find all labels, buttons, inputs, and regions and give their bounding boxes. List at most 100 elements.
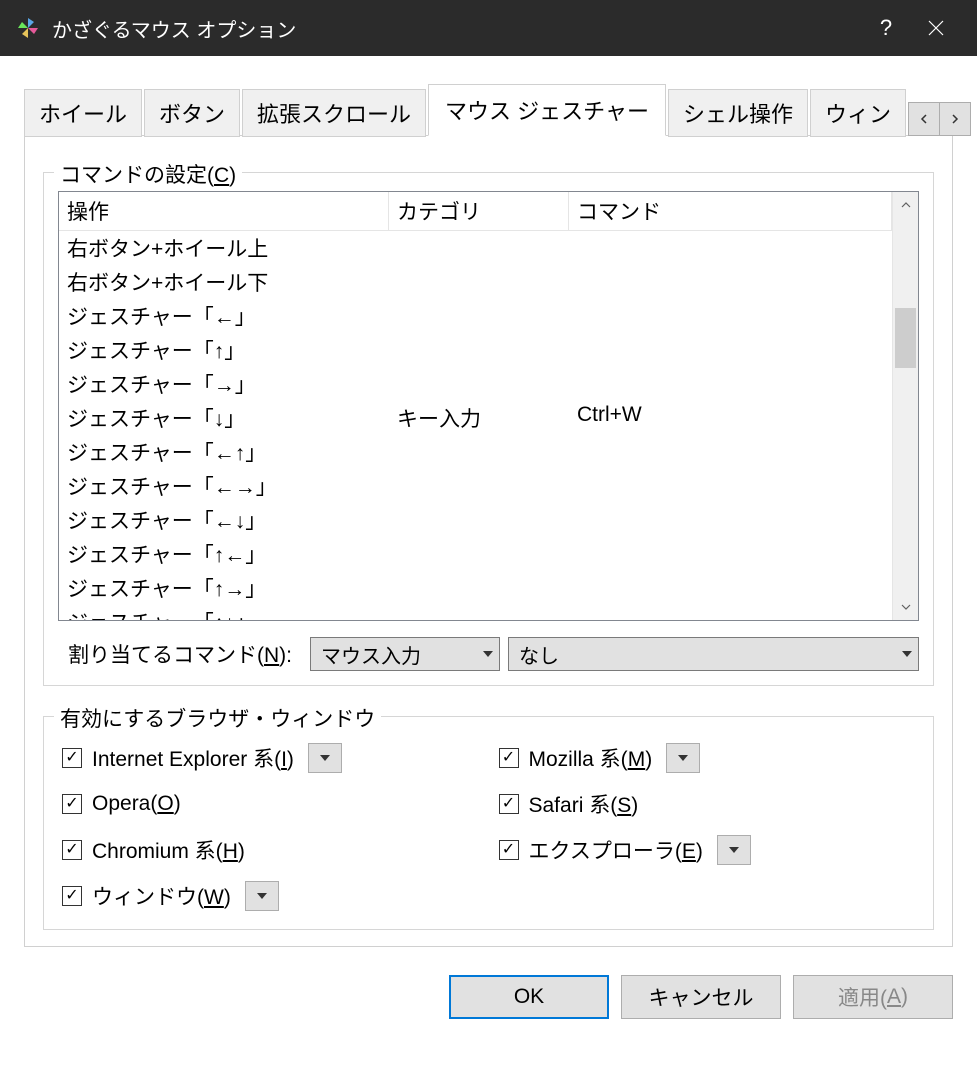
assign-row: 割り当てるコマンド(N): マウス入力 なし xyxy=(58,637,919,671)
cell-cmd xyxy=(569,231,892,265)
cell-cat xyxy=(389,469,569,503)
cell-cmd xyxy=(569,537,892,571)
scroll-track[interactable] xyxy=(893,218,918,594)
checkbox-label[interactable]: Safari 系(S) xyxy=(529,789,639,819)
scroll-down[interactable] xyxy=(893,594,918,620)
cancel-button[interactable]: キャンセル xyxy=(621,975,781,1019)
table-row[interactable]: ジェスチャー「←↑」 xyxy=(59,435,892,469)
chevron-down-icon xyxy=(678,755,688,761)
ok-button[interactable]: OK xyxy=(449,975,609,1019)
cell-op: ジェスチャー「←→」 xyxy=(59,469,389,503)
app-icon xyxy=(16,16,40,40)
browser-check-row: ✓ エクスプローラ(E) xyxy=(499,835,916,865)
check-icon: ✓ xyxy=(65,750,78,766)
dropdown-button[interactable] xyxy=(245,881,279,911)
th-operation[interactable]: 操作 xyxy=(59,192,389,230)
browser-check-row: ✓ ウィンドウ(W) xyxy=(62,881,479,911)
cell-cmd xyxy=(569,367,892,401)
table-row[interactable]: ジェスチャー「↑→」 xyxy=(59,571,892,605)
table-row[interactable]: ジェスチャー「↓」キー入力Ctrl+W xyxy=(59,401,892,435)
checkbox-label[interactable]: エクスプローラ(E) xyxy=(529,835,703,865)
checkbox[interactable]: ✓ xyxy=(499,794,519,814)
cell-cmd xyxy=(569,605,892,620)
cell-op: ジェスチャー「↑」 xyxy=(59,333,389,367)
checkbox-label[interactable]: Mozilla 系(M) xyxy=(529,743,653,773)
cell-op: ジェスチャー「←」 xyxy=(59,299,389,333)
table-row[interactable]: ジェスチャー「←→」 xyxy=(59,469,892,503)
checkbox[interactable]: ✓ xyxy=(62,886,82,906)
assign-category-value: マウス入力 xyxy=(321,640,421,669)
scroll-thumb[interactable] xyxy=(895,308,916,368)
th-category[interactable]: カテゴリ xyxy=(389,192,569,230)
table-row[interactable]: 右ボタン+ホイール上 xyxy=(59,231,892,265)
cell-op: ジェスチャー「↑→」 xyxy=(59,571,389,605)
cell-cat xyxy=(389,435,569,469)
cell-cat xyxy=(389,333,569,367)
commands-table[interactable]: 操作 カテゴリ コマンド 右ボタン+ホイール上右ボタン+ホイール下ジェスチャー「… xyxy=(58,191,919,621)
table-row[interactable]: ジェスチャー「↑↓」 xyxy=(59,605,892,620)
help-button[interactable]: ? xyxy=(861,0,911,56)
scroll-up[interactable] xyxy=(893,192,918,218)
browser-check-row: ✓ Chromium 系(H) xyxy=(62,835,479,865)
table-row[interactable]: ジェスチャー「←」 xyxy=(59,299,892,333)
tab-0[interactable]: ホイール xyxy=(24,89,142,137)
cell-cat: キー入力 xyxy=(389,401,569,435)
checkbox[interactable]: ✓ xyxy=(62,748,82,768)
browser-check-row: ✓ Safari 系(S) xyxy=(499,789,916,819)
table-row[interactable]: 右ボタン+ホイール下 xyxy=(59,265,892,299)
cell-cat xyxy=(389,537,569,571)
titlebar: かざぐるマウス オプション ? xyxy=(0,0,977,56)
cell-op: ジェスチャー「↑←」 xyxy=(59,537,389,571)
browsers-legend: 有効にするブラウザ・ウィンドウ xyxy=(54,703,381,733)
chevron-down-icon xyxy=(902,651,912,657)
cell-cat xyxy=(389,571,569,605)
checkbox[interactable]: ✓ xyxy=(499,748,519,768)
cell-cmd xyxy=(569,469,892,503)
checkbox[interactable]: ✓ xyxy=(62,794,82,814)
checkbox-label[interactable]: Opera(O) xyxy=(92,792,181,816)
checkbox[interactable]: ✓ xyxy=(499,840,519,860)
cell-op: 右ボタン+ホイール上 xyxy=(59,231,389,265)
assign-command-select[interactable]: なし xyxy=(508,637,919,671)
tab-scroll-left[interactable] xyxy=(908,102,940,136)
chevron-down-icon xyxy=(320,755,330,761)
checkbox[interactable]: ✓ xyxy=(62,840,82,860)
tab-scroll-right[interactable] xyxy=(939,102,971,136)
table-row[interactable]: ジェスチャー「→」 xyxy=(59,367,892,401)
browsers-fieldset: 有効にするブラウザ・ウィンドウ ✓Internet Explorer 系(I)✓… xyxy=(43,716,934,930)
cell-cmd xyxy=(569,435,892,469)
chevron-down-icon xyxy=(257,893,267,899)
table-row[interactable]: ジェスチャー「↑」 xyxy=(59,333,892,367)
browser-check-row: ✓ Internet Explorer 系(I) xyxy=(62,743,479,773)
scrollbar[interactable] xyxy=(892,192,918,620)
check-icon: ✓ xyxy=(65,796,78,812)
cell-op: ジェスチャー「←↑」 xyxy=(59,435,389,469)
assign-label: 割り当てるコマンド(N): xyxy=(58,639,292,669)
tab-5[interactable]: ウィン xyxy=(810,89,906,137)
commands-fieldset: コマンドの設定(C) 操作 カテゴリ コマンド 右ボタン+ホイール上右ボタン+ホ… xyxy=(43,172,934,686)
table-row[interactable]: ジェスチャー「↑←」 xyxy=(59,537,892,571)
cell-cmd: Ctrl+W xyxy=(569,401,892,435)
table-header: 操作 カテゴリ コマンド xyxy=(59,192,892,231)
cell-cmd xyxy=(569,571,892,605)
dropdown-button[interactable] xyxy=(717,835,751,865)
checkbox-label[interactable]: Internet Explorer 系(I) xyxy=(92,743,294,773)
th-command[interactable]: コマンド xyxy=(569,192,892,230)
dropdown-button[interactable] xyxy=(666,743,700,773)
cell-op: ジェスチャー「←↓」 xyxy=(59,503,389,537)
cell-cat xyxy=(389,265,569,299)
tab-2[interactable]: 拡張スクロール xyxy=(242,89,426,137)
tab-1[interactable]: ボタン xyxy=(144,89,240,137)
cell-cmd xyxy=(569,333,892,367)
cell-cmd xyxy=(569,503,892,537)
dropdown-button[interactable] xyxy=(308,743,342,773)
tab-4[interactable]: シェル操作 xyxy=(668,89,808,137)
table-row[interactable]: ジェスチャー「←↓」 xyxy=(59,503,892,537)
check-icon: ✓ xyxy=(502,750,515,766)
close-button[interactable] xyxy=(911,0,961,56)
check-icon: ✓ xyxy=(502,796,515,812)
assign-category-select[interactable]: マウス入力 xyxy=(310,637,500,671)
checkbox-label[interactable]: ウィンドウ(W) xyxy=(92,881,231,911)
checkbox-label[interactable]: Chromium 系(H) xyxy=(92,835,245,865)
tab-3[interactable]: マウス ジェスチャー xyxy=(428,84,666,136)
